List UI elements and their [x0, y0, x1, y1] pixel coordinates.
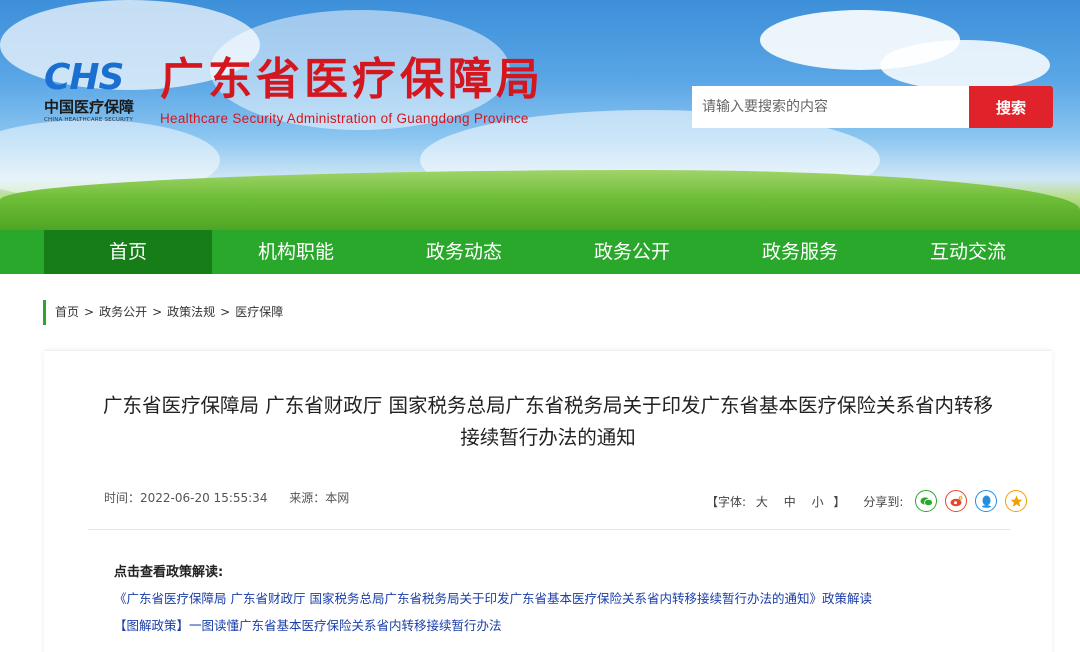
- cloud-decoration: [880, 40, 1050, 90]
- article-title-line1: 广东省医疗保障局 广东省财政厅 国家税务总局广东省税务局关于印发广东省基本医疗保…: [103, 394, 993, 417]
- font-small-button[interactable]: 小: [812, 495, 824, 509]
- font-size-label: 【字体:: [706, 494, 747, 509]
- article-source: 来源：本网: [289, 491, 350, 505]
- breadcrumb-separator: >: [84, 305, 95, 319]
- article-meta: 时间：2022-06-20 15:55:34 来源：本网: [104, 489, 367, 506]
- breadcrumb-medical-security[interactable]: 医疗保障: [235, 300, 283, 325]
- article-title-line2: 接续暂行办法的通知: [460, 426, 636, 449]
- logo-cn-text: 中国医疗保障: [44, 98, 135, 116]
- infographic-link[interactable]: 【图解政策】一图读懂广东省基本医疗保险关系省内转移接续暂行办法: [114, 615, 502, 634]
- meta-divider: [88, 529, 1010, 530]
- interpretation-heading: 点击查看政策解读:: [114, 565, 224, 580]
- font-size-close: 】: [833, 494, 846, 509]
- breadcrumb-separator: >: [152, 305, 163, 319]
- font-medium-button[interactable]: 中: [784, 495, 796, 509]
- main-nav: 首页 机构职能 政务动态 政务公开 政务服务 互动交流: [0, 230, 1080, 274]
- site-title: 广东省医疗保障局: [160, 54, 544, 105]
- wechat-icon[interactable]: [915, 490, 938, 512]
- nav-item-functions[interactable]: 机构职能: [212, 230, 380, 274]
- nav-item-services[interactable]: 政务服务: [716, 230, 884, 274]
- search-button[interactable]: 搜索: [969, 86, 1053, 128]
- logo[interactable]: CHS 中国医疗保障 CHINA HEALTHCARE SECURITY: [44, 60, 154, 124]
- site-subtitle: Healthcare Security Administration of Gu…: [160, 111, 529, 126]
- qzone-icon[interactable]: [1005, 490, 1028, 512]
- article-time: 时间：2022-06-20 15:55:34: [104, 491, 268, 505]
- breadcrumb-home[interactable]: 首页: [55, 300, 79, 325]
- search-input[interactable]: [692, 86, 969, 128]
- nav-item-news[interactable]: 政务动态: [380, 230, 548, 274]
- nav-item-interaction[interactable]: 互动交流: [884, 230, 1052, 274]
- qq-icon[interactable]: [975, 490, 998, 512]
- share-label: 分享到:: [863, 494, 904, 509]
- nav-item-open-gov[interactable]: 政务公开: [548, 230, 716, 274]
- logo-en-text: CHINA HEALTHCARE SECURITY: [44, 117, 134, 123]
- interpretation-link[interactable]: 《广东省医疗保障局 广东省财政厅 国家税务总局广东省税务局关于印发广东省基本医疗…: [114, 588, 872, 607]
- search-box: 搜索: [692, 86, 1053, 128]
- logo-mark: CHS: [44, 57, 124, 98]
- font-size-control: 【字体: 大 中 小 】: [706, 493, 845, 510]
- breadcrumb-separator: >: [220, 305, 231, 319]
- font-large-button[interactable]: 大: [756, 495, 768, 509]
- nav-item-home[interactable]: 首页: [44, 230, 212, 274]
- header-banner: CHS 中国医疗保障 CHINA HEALTHCARE SECURITY 广东省…: [0, 0, 1080, 230]
- breadcrumb-open-gov[interactable]: 政务公开: [99, 300, 147, 325]
- weibo-icon[interactable]: [945, 490, 968, 512]
- article-title: 广东省医疗保障局 广东省财政厅 国家税务总局广东省税务局关于印发广东省基本医疗保…: [44, 390, 1052, 454]
- breadcrumb-policy[interactable]: 政策法规: [167, 300, 215, 325]
- breadcrumb: 首页 > 政务公开 > 政策法规 > 医疗保障: [43, 300, 283, 325]
- article-tools: 【字体: 大 中 小 】 分享到:: [706, 490, 1028, 512]
